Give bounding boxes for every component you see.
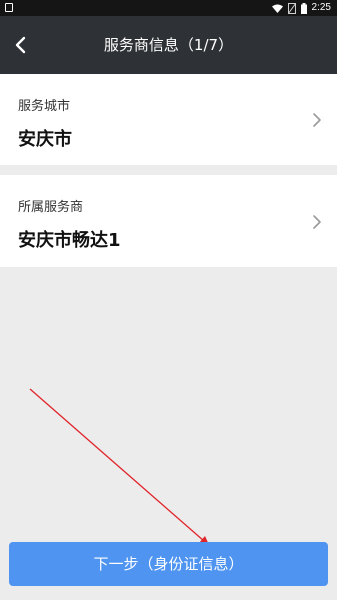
notification-icon xyxy=(5,3,13,12)
service-city-row[interactable]: 服务城市 安庆市 xyxy=(0,74,337,165)
status-bar: 2:25 xyxy=(0,0,337,16)
status-time: 2:25 xyxy=(311,2,331,13)
next-step-button[interactable]: 下一步（身份证信息） xyxy=(9,542,328,586)
service-provider-label: 所属服务商 xyxy=(18,200,84,215)
page-title: 服务商信息（1/7） xyxy=(103,36,234,54)
header-bar: 服务商信息（1/7） xyxy=(0,16,337,74)
status-icons: 2:25 xyxy=(271,2,331,14)
service-city-label: 服务城市 xyxy=(18,99,71,114)
chevron-right-icon xyxy=(313,113,321,127)
service-provider-value: 安庆市畅达1 xyxy=(18,230,121,251)
chevron-right-icon xyxy=(313,215,321,229)
battery-icon xyxy=(300,2,307,14)
wifi-icon xyxy=(271,4,283,13)
service-city-value: 安庆市 xyxy=(18,129,72,150)
service-provider-row[interactable]: 所属服务商 安庆市畅达1 xyxy=(0,175,337,267)
no-sim-icon xyxy=(287,2,296,14)
